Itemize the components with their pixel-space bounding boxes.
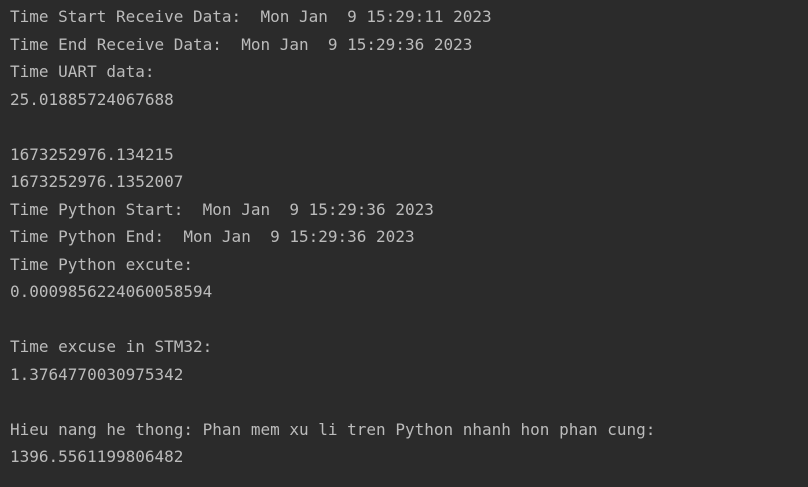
console-line: Time Python Start: Mon Jan 9 15:29:36 20… — [10, 199, 434, 219]
console-output[interactable]: Time Start Receive Data: Mon Jan 9 15:29… — [0, 0, 808, 487]
console-line: Time End Receive Data: Mon Jan 9 15:29:3… — [10, 34, 473, 54]
console-line: 1673252976.134215 — [10, 144, 174, 164]
console-line: Time excuse in STM32: — [10, 337, 213, 356]
console-line: 1673252976.1352007 — [10, 172, 184, 191]
console-line-empty — [10, 306, 808, 334]
console-line: Time Start Receive Data: Mon Jan 9 15:29… — [10, 7, 492, 26]
console-line: 0.0009856224060058594 — [10, 282, 213, 301]
console-line: 1396.5561199806482 — [10, 447, 184, 466]
console-line: Time Python End: Mon Jan 9 15:29:36 2023 — [10, 227, 415, 246]
console-line: Hieu nang he thong: Phan mem xu li tren … — [10, 419, 656, 439]
console-line: Time UART data: — [10, 62, 155, 81]
console-line: 25.01885724067688 — [10, 89, 174, 109]
console-line: Time Python excute: — [10, 254, 194, 274]
console-line-empty — [10, 388, 808, 416]
console-line-empty — [10, 113, 808, 141]
console-line: 1.3764770030975342 — [10, 364, 184, 384]
